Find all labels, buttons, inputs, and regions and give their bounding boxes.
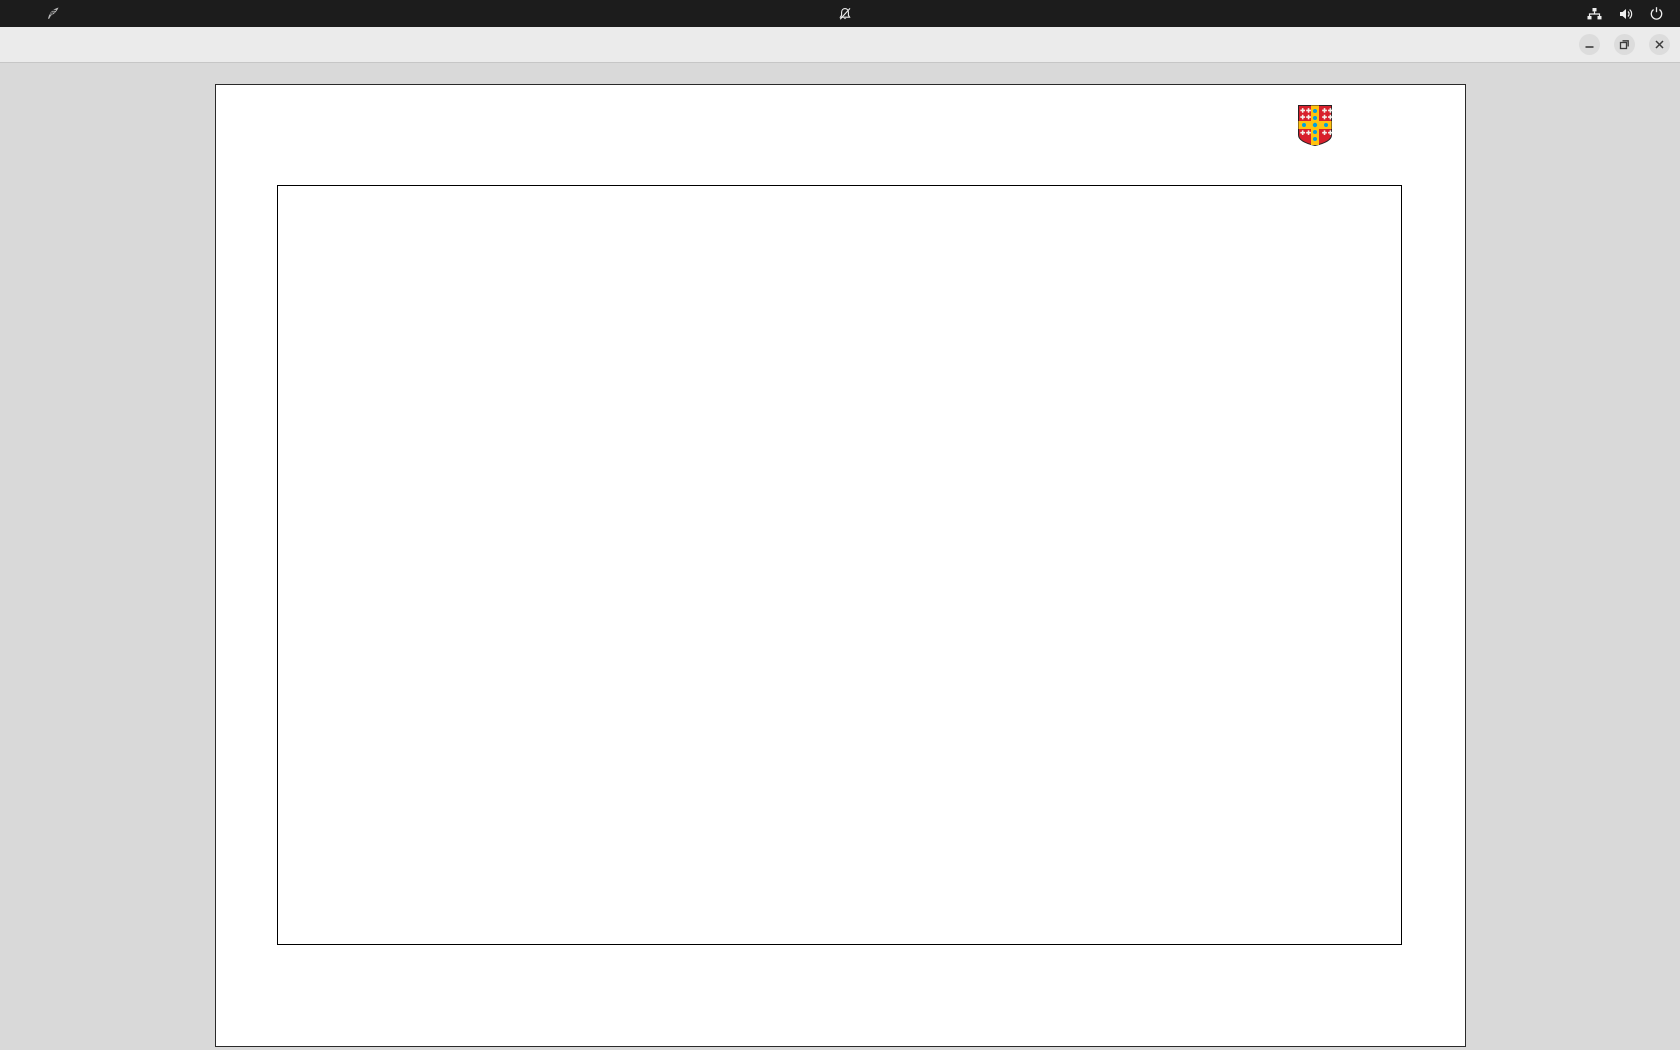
minimize-button[interactable] bbox=[1579, 34, 1600, 55]
tk-feather-icon bbox=[46, 6, 61, 21]
university-laval-logo bbox=[1298, 105, 1338, 151]
laval-shield-icon bbox=[1298, 105, 1333, 151]
volume-icon[interactable] bbox=[1618, 6, 1634, 22]
close-button[interactable] bbox=[1649, 34, 1670, 55]
maximize-button[interactable] bbox=[1614, 34, 1635, 55]
seismograph-panel bbox=[215, 84, 1466, 1047]
power-icon[interactable] bbox=[1649, 6, 1664, 21]
window-content bbox=[0, 63, 1680, 1050]
notifications-off-icon bbox=[838, 7, 852, 21]
window-titlebar[interactable] bbox=[0, 27, 1680, 63]
top-bar bbox=[0, 0, 1680, 27]
desktop bbox=[0, 0, 1680, 1050]
taskbar-app-tk[interactable] bbox=[46, 6, 68, 21]
network-wired-icon[interactable] bbox=[1586, 6, 1603, 22]
seismogram-canvas bbox=[277, 185, 1402, 945]
